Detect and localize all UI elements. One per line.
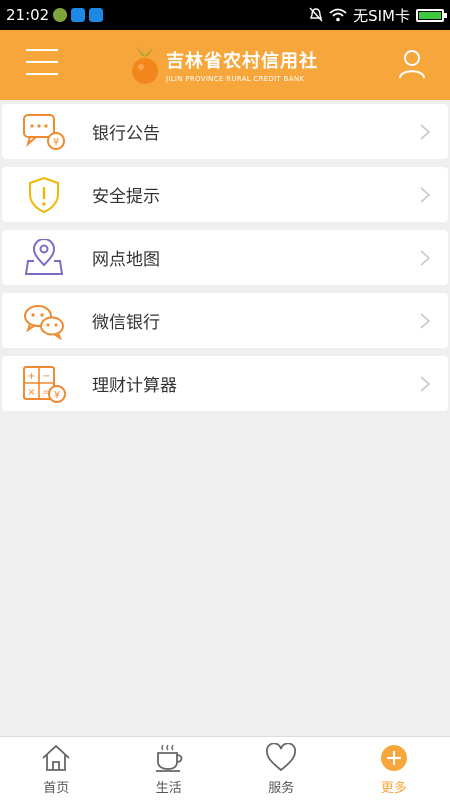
svg-text:−: − (42, 371, 50, 382)
security-shield-icon (29, 176, 59, 214)
coffee-icon (155, 744, 183, 772)
map-pin-icon (24, 239, 64, 275)
bottom-tab-bar: 首页 生活 服务 更多 (0, 736, 450, 800)
svg-text:×: × (27, 387, 35, 398)
mute-bell-icon (309, 7, 323, 22)
menu-item-label: 网点地图 (92, 250, 160, 270)
chevron-right-icon (420, 376, 431, 392)
svg-text:+: + (27, 371, 35, 382)
chevron-right-icon (420, 250, 431, 266)
status-bar: 21:02 无SIM卡 (0, 0, 450, 30)
tab-label: 生活 (155, 781, 182, 796)
announcement-icon: ¥ (23, 114, 65, 150)
menu-item-label: 微信银行 (92, 313, 160, 333)
user-profile-icon[interactable] (398, 49, 426, 79)
tab-home[interactable]: 首页 (0, 737, 113, 800)
status-time: 21:02 (6, 6, 50, 24)
tab-label: 首页 (43, 781, 70, 796)
chevron-right-icon (420, 313, 431, 329)
battery-icon (416, 8, 447, 22)
tab-services[interactable]: 服务 (225, 737, 338, 800)
orange-fruit-logo-icon (132, 44, 158, 84)
usb-icon (89, 8, 104, 22)
brand-name-cn: 吉林省农村信用社 (166, 51, 318, 72)
home-icon (42, 744, 70, 771)
app-notification-icon (53, 8, 68, 22)
tab-life[interactable]: 生活 (113, 737, 226, 800)
chevron-right-icon (420, 124, 431, 140)
svg-text:¥: ¥ (54, 390, 60, 401)
menu-item-financial-calculator[interactable]: + − × = ¥ 理财计算器 (2, 356, 448, 411)
wifi-icon (329, 8, 347, 22)
svg-text:¥: ¥ (53, 137, 59, 148)
brand-name-en: JILIN PROVINCE RURAL CREDIT BANK (166, 75, 305, 83)
menu-item-announcement[interactable]: ¥ 银行公告 (2, 104, 448, 159)
menu-item-branch-map[interactable]: 网点地图 (2, 230, 448, 285)
tab-label: 更多 (380, 781, 407, 796)
heart-icon (266, 743, 297, 772)
app-header: 吉林省农村信用社 JILIN PROVINCE RURAL CREDIT BAN… (0, 30, 450, 100)
menu-item-security-tips[interactable]: 安全提示 (2, 167, 448, 222)
alarm-notification-icon (71, 8, 86, 22)
calculator-icon: + − × = ¥ (23, 366, 66, 403)
wechat-icon (24, 305, 64, 340)
hamburger-menu-button[interactable] (26, 49, 58, 77)
menu-item-label: 安全提示 (92, 187, 160, 207)
menu-item-label: 银行公告 (92, 124, 160, 144)
chevron-right-icon (420, 187, 431, 203)
tab-more[interactable]: 更多 (338, 737, 450, 800)
carrier-label: 无SIM卡 (353, 6, 410, 25)
brand-logo: 吉林省农村信用社 JILIN PROVINCE RURAL CREDIT BAN… (130, 40, 330, 90)
menu-item-wechat-bank[interactable]: 微信银行 (2, 293, 448, 348)
tab-label: 服务 (268, 781, 295, 796)
menu-item-label: 理财计算器 (92, 376, 177, 396)
menu-list: ¥ 银行公告 安全提示 网点地图 微信银行 + − × = ¥ 理财计算器 (0, 100, 450, 419)
plus-icon (380, 745, 407, 771)
